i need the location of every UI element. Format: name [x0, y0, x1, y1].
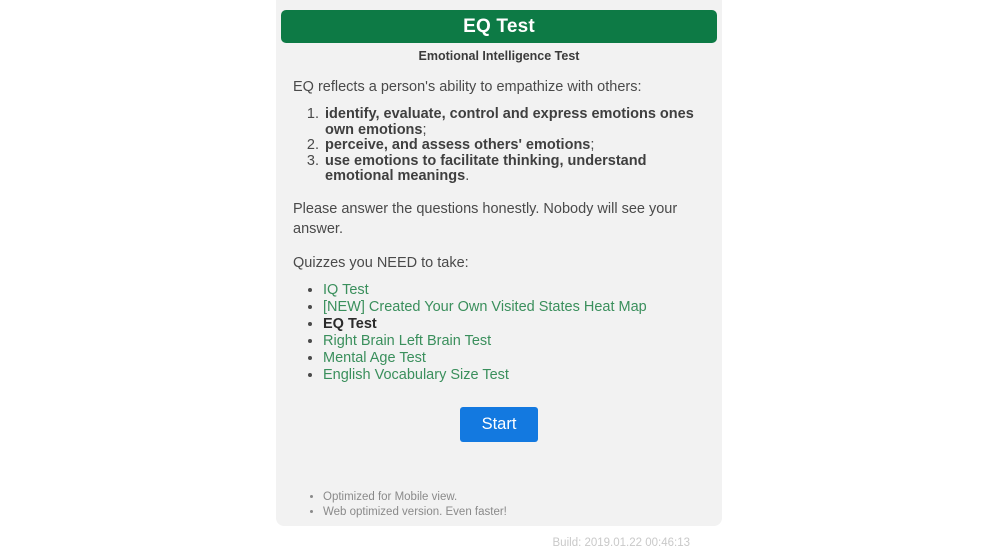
- trait-item: use emotions to facilitate thinking, und…: [323, 152, 705, 185]
- page-title: EQ Test: [463, 15, 535, 37]
- card-content: Emotional Intelligence Test EQ reflects …: [276, 46, 722, 549]
- page-root: EQ Test Emotional Intelligence Test EQ r…: [0, 0, 1000, 560]
- list-item[interactable]: Right Brain Left Brain Test: [323, 333, 705, 350]
- quiz-link-right-brain-left-brain-test[interactable]: Right Brain Left Brain Test: [323, 333, 491, 349]
- quiz-link-visited-states-heat-map[interactable]: [NEW] Created Your Own Visited States He…: [323, 299, 647, 315]
- honesty-notice: Please answer the questions honestly. No…: [293, 200, 678, 237]
- trait-tail: ;: [422, 121, 427, 138]
- card-header: EQ Test: [281, 10, 717, 43]
- trait-text: identify, evaluate, control and express …: [325, 106, 694, 138]
- list-item[interactable]: English Vocabulary Size Test: [323, 367, 705, 384]
- build-timestamp: Build: 2019.01.22 00:46:13: [552, 536, 690, 549]
- quiz-link-iq-test[interactable]: IQ Test: [323, 282, 369, 298]
- footer-note-list: Optimized for Mobile view. Web optimized…: [293, 490, 705, 520]
- list-item[interactable]: Mental Age Test: [323, 350, 705, 367]
- trait-item: identify, evaluate, control and express …: [323, 106, 705, 138]
- intro-paragraph: EQ reflects a person's ability to empath…: [293, 79, 642, 95]
- start-button[interactable]: Start: [459, 406, 539, 442]
- quiz-link-english-vocabulary-size-test[interactable]: English Vocabulary Size Test: [323, 367, 509, 383]
- start-button-row: Start: [293, 406, 705, 442]
- trait-text: perceive, and assess others' emotions: [325, 137, 591, 153]
- quiz-link-list: IQ Test [NEW] Created Your Own Visited S…: [293, 282, 705, 384]
- quiz-current-eq-test: EQ Test: [323, 315, 377, 332]
- quiz-card: EQ Test Emotional Intelligence Test EQ r…: [276, 0, 722, 549]
- list-item: EQ Test: [323, 316, 705, 333]
- trait-tail: ;: [590, 137, 595, 153]
- trait-item: perceive, and assess others' emotions;: [323, 137, 705, 154]
- footer-note-item: Optimized for Mobile view.: [323, 490, 705, 505]
- trait-text: use emotions to facilitate thinking, und…: [325, 152, 647, 184]
- list-item[interactable]: [NEW] Created Your Own Visited States He…: [323, 299, 705, 316]
- list-item[interactable]: IQ Test: [323, 282, 705, 299]
- footer-note-item: Web optimized version. Even faster!: [323, 505, 705, 520]
- quiz-link-mental-age-test[interactable]: Mental Age Test: [323, 350, 426, 366]
- traits-list: identify, evaluate, control and express …: [293, 106, 705, 185]
- body-wrap: EQ reflects a person's ability to empath…: [276, 77, 722, 549]
- quizzes-heading: Quizzes you NEED to take:: [293, 254, 469, 271]
- trait-tail: .: [465, 168, 470, 184]
- subtitle: Emotional Intelligence Test: [418, 49, 580, 63]
